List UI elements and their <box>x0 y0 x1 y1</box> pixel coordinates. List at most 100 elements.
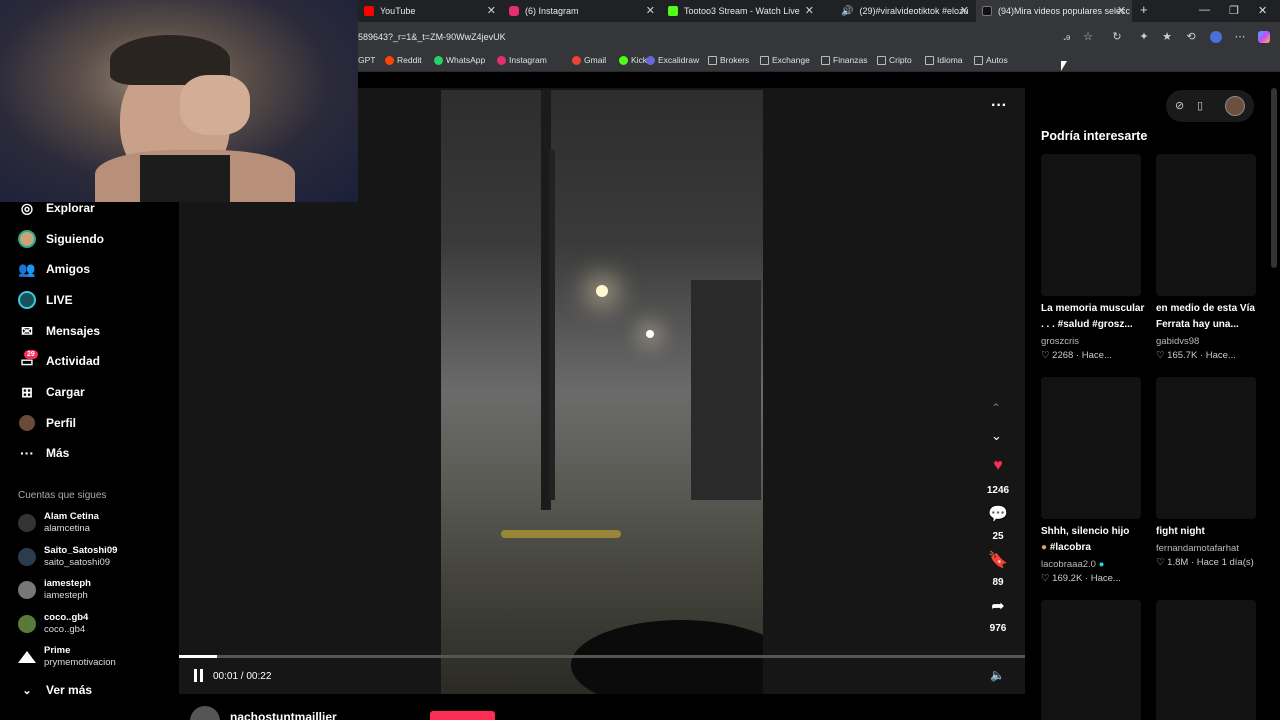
live-icon <box>18 291 36 309</box>
bookmark-label: Cripto <box>889 55 912 65</box>
tab-instagram[interactable]: (6) Instagram ✕ <box>503 0 661 22</box>
nav-friends[interactable]: 👥 Amigos <box>18 260 90 278</box>
next-video-icon[interactable]: ⌄ <box>991 428 1002 444</box>
kick-icon <box>668 6 678 16</box>
tab-tiktok-playing[interactable]: 🔊 (29)#viralvideotiktok #elozu ✕ <box>835 0 975 22</box>
tab-kick[interactable]: Tootoo3 Stream - Watch Live ✕ <box>662 0 820 22</box>
video-thumbnail[interactable] <box>1156 377 1256 519</box>
star-icon[interactable]: ☆ <box>1082 31 1094 43</box>
previous-video-icon[interactable]: ⌃ <box>991 401 1001 415</box>
followed-account[interactable]: Saito_Satoshi09 saito_satoshi09 <box>18 545 117 569</box>
minimize-button[interactable]: — <box>1199 4 1210 16</box>
read-aloud-icon[interactable]: ꭿ <box>1061 31 1073 43</box>
video-author[interactable]: fernandamotafarhat <box>1156 543 1239 554</box>
see-more-button[interactable]: ⌄ Ver más <box>18 681 92 699</box>
bookmark-item[interactable]: Kick <box>619 55 647 65</box>
nav-label: Siguiendo <box>46 232 104 246</box>
bookmark-item[interactable]: Autos <box>974 55 1008 65</box>
favorites-icon[interactable]: ★ <box>1161 31 1173 43</box>
video-frame[interactable] <box>441 90 763 694</box>
comment-icon[interactable]: 💬 <box>988 504 1008 524</box>
menu-dots-icon[interactable]: ⋯ <box>1234 31 1246 43</box>
bookmark-item[interactable]: WhatsApp <box>434 55 485 65</box>
video-thumbnail[interactable] <box>1041 377 1141 519</box>
author-avatar[interactable] <box>190 706 220 720</box>
followed-account[interactable]: Alam Cetina alamcetina <box>18 511 99 535</box>
bookmark-icon[interactable]: 🔖 <box>988 550 1008 570</box>
folder-icon <box>974 55 983 65</box>
close-icon[interactable]: ✕ <box>646 4 655 17</box>
account-handle: iamesteph <box>44 590 88 601</box>
avatar <box>18 651 36 663</box>
restore-button[interactable]: ❐ <box>1229 4 1239 17</box>
bookmark-item[interactable]: Idioma <box>925 55 963 65</box>
extensions-icon[interactable]: ✦ <box>1138 31 1150 43</box>
video-thumbnail[interactable] <box>1041 154 1141 296</box>
bookmark-item[interactable]: Gmail <box>572 55 606 65</box>
bookmark-item[interactable]: Cripto <box>877 55 912 65</box>
user-avatar[interactable] <box>1225 96 1245 116</box>
video-caption[interactable]: La memoria muscular. . . #salud #grosz..… <box>1041 301 1153 333</box>
nav-messages[interactable]: ✉ Mensajes <box>18 322 100 340</box>
history-icon[interactable]: ⟲ <box>1185 31 1197 43</box>
video-caption[interactable]: Shhh, silencio hijo ● #lacobra <box>1041 524 1153 556</box>
close-icon[interactable]: ✕ <box>960 4 969 17</box>
video-caption[interactable]: fight night <box>1156 524 1268 540</box>
nav-upload[interactable]: ⊞ Cargar <box>18 383 85 401</box>
messages-icon: ✉ <box>21 322 33 339</box>
copilot-icon[interactable] <box>1258 31 1270 43</box>
bookmark-label: Brokers <box>720 55 750 65</box>
bookmark-item[interactable]: Excalidraw <box>646 55 699 65</box>
follow-button[interactable] <box>430 711 495 720</box>
nav-more[interactable]: ··· Más <box>18 444 69 462</box>
url-field[interactable]: 589643?_r=1&_t=ZM-90WwZ4jevUK <box>358 32 506 42</box>
nav-live[interactable]: LIVE <box>18 291 73 309</box>
bookmark-label: Exchange <box>772 55 810 65</box>
video-caption[interactable]: en medio de esta Vía Ferrata hay una... <box>1156 301 1268 333</box>
tab-youtube[interactable]: YouTube ✕ <box>358 0 502 22</box>
like-icon[interactable]: ♥ <box>988 457 1008 477</box>
bookmark-item[interactable]: Brokers <box>708 55 749 65</box>
video-author[interactable]: lacobraaa2.0 ● <box>1041 559 1104 570</box>
video-thumbnail[interactable] <box>1156 154 1256 296</box>
bookmark-item[interactable]: GPT <box>358 55 375 65</box>
account-handle: saito_satoshi09 <box>44 557 111 568</box>
recommended-title: Podría interesarte <box>1041 129 1148 143</box>
video-thumbnail[interactable] <box>1156 600 1256 720</box>
close-window-button[interactable]: ✕ <box>1258 4 1267 17</box>
close-icon[interactable]: ✕ <box>1117 4 1126 17</box>
followed-account[interactable]: iamesteph iamesteph <box>18 578 91 602</box>
share-icon[interactable]: ➦ <box>988 596 1008 616</box>
tab-tiktok-active[interactable]: (94)Mira videos populares selecc ✕ <box>976 0 1132 22</box>
compass-icon[interactable]: ⊘ <box>1175 99 1184 112</box>
profile-avatar-icon[interactable] <box>1210 31 1222 43</box>
nav-profile[interactable]: Perfil <box>18 414 76 432</box>
device-icon[interactable]: ▯ <box>1197 99 1203 112</box>
author-name[interactable]: nachostuntmaillier <box>230 710 337 720</box>
bookmark-label: Autos <box>986 55 1008 65</box>
close-icon[interactable]: ✕ <box>487 4 496 17</box>
video-author[interactable]: gabidvs98 <box>1156 336 1199 347</box>
volume-icon[interactable]: 🔈 <box>990 668 1005 682</box>
like-count: 1246 <box>986 485 1010 496</box>
video-thumbnail[interactable] <box>1041 600 1141 720</box>
followed-account[interactable]: Prime prymemotivacion <box>18 645 116 669</box>
progress-bar[interactable] <box>179 655 1025 658</box>
more-options-icon[interactable]: ··· <box>991 97 1007 115</box>
tab-label: (29)#viralvideotiktok #elozu <box>859 6 969 16</box>
bookmark-item[interactable]: Reddit <box>385 55 422 65</box>
new-tab-button[interactable]: + <box>1140 2 1148 17</box>
bookmark-item[interactable]: Finanzas <box>821 55 868 65</box>
nav-following[interactable]: Siguiendo <box>18 230 104 248</box>
close-icon[interactable]: ✕ <box>805 4 814 17</box>
pause-icon[interactable] <box>193 669 205 683</box>
bookmark-item[interactable]: Instagram <box>497 55 547 65</box>
bookmark-item[interactable]: Exchange <box>760 55 810 65</box>
avatar <box>18 548 36 566</box>
account-name: coco..gb4 <box>44 612 89 623</box>
refresh-icon[interactable]: ↻ <box>1111 31 1123 43</box>
video-author[interactable]: groszcris <box>1041 336 1079 347</box>
scrollbar[interactable] <box>1271 88 1277 268</box>
tiktok-icon <box>982 6 992 16</box>
followed-account[interactable]: coco..gb4 coco..gb4 <box>18 612 88 636</box>
